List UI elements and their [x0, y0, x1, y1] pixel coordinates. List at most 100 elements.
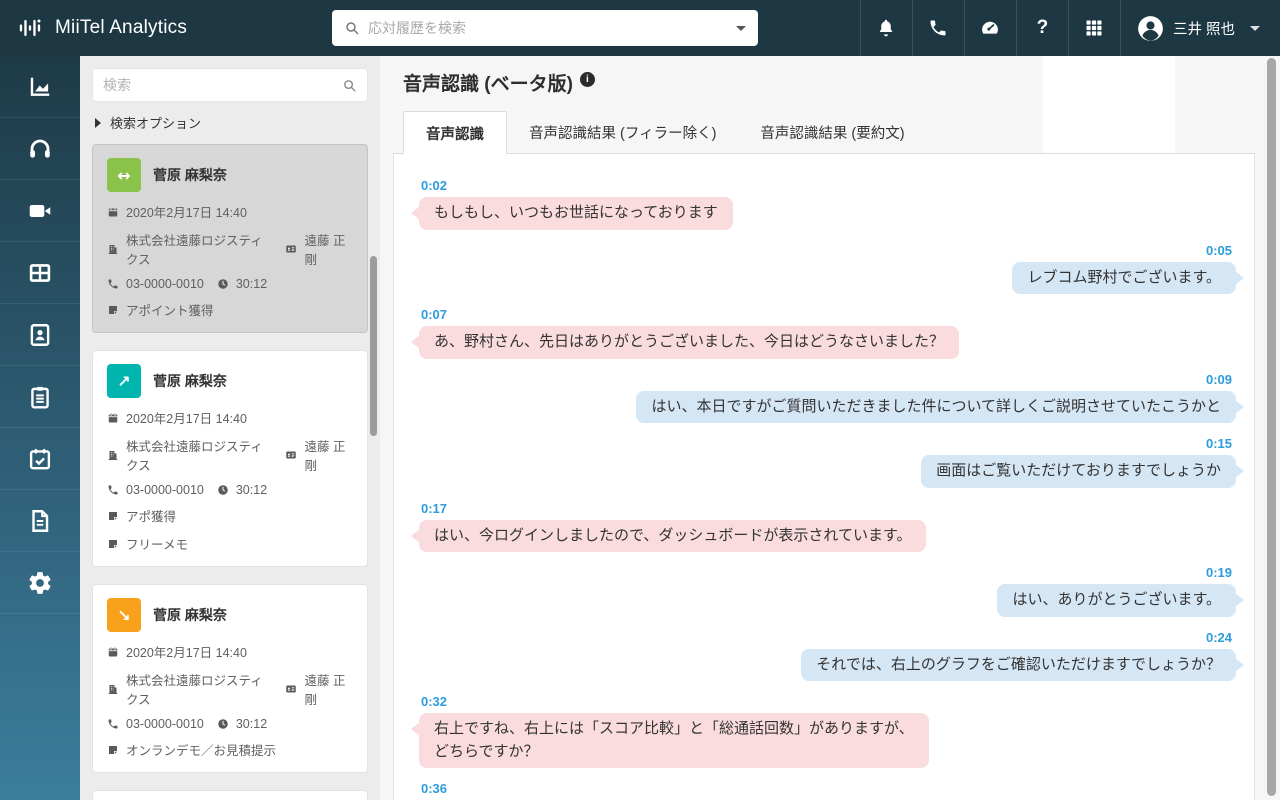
call-card-header: ↗菅原 麻梨奈 — [107, 364, 353, 398]
memo-icon — [107, 304, 119, 316]
calendar-check-icon — [27, 446, 53, 472]
call-card-row: 03-0000-0010 30:12 — [107, 277, 353, 291]
call-date: 2020年2月17日 14:40 — [126, 202, 247, 221]
document-icon — [27, 508, 53, 534]
call-card-row: 2020年2月17日 14:40 — [107, 642, 353, 661]
phone-icon[interactable] — [912, 0, 964, 56]
address-book-icon — [27, 322, 53, 348]
call-card[interactable]: ↔菅原 麻梨奈 2020年2月17日 14:40 株式会社遠藤ロジスティクス遠藤 正… — [92, 144, 368, 333]
sidebar-item-headphones[interactable] — [0, 118, 80, 180]
call-memo: オンランデモ／お見積提示 — [126, 740, 276, 759]
sidebar-item-area-chart[interactable] — [0, 56, 80, 118]
chevron-down-icon — [1250, 26, 1260, 31]
message-list: 0:02もしもし、いつもお世話になっております 0:05レブコム野村でございます。… — [419, 178, 1236, 800]
call-card-row: アポイント獲得 — [107, 300, 353, 319]
sidebar-item-address-book[interactable] — [0, 304, 80, 366]
call-date: 2020年2月17日 14:40 — [126, 408, 247, 427]
call-card[interactable]: ↗稲垣 航介2020年2月16日 12:00加藤整形外科加藤 さおり03-000… — [92, 790, 368, 800]
tab-active[interactable]: 音声認識 — [403, 111, 507, 154]
call-duration: 30:12 — [236, 717, 267, 731]
tab-item[interactable]: 音声認識結果 (フィラー除く) — [507, 111, 738, 153]
user-menu[interactable]: 三井 照也 — [1120, 0, 1280, 56]
call-contact: 遠藤 正剛 — [304, 436, 353, 474]
call-name: 菅原 麻梨奈 — [153, 605, 227, 625]
call-direction-outgoing-icon: ↗ — [107, 364, 141, 398]
message-bubble: 右上ですね、右上には「スコア比較」と「総通話回数」がありますが、 どちらですか？ — [419, 713, 929, 768]
info-icon[interactable]: i — [580, 72, 595, 87]
tab-item[interactable]: 音声認識結果 (要約文) — [738, 111, 926, 153]
phone-icon — [107, 718, 119, 730]
call-card[interactable]: ↗菅原 麻梨奈2020年2月17日 14:40株式会社遠藤ロジスティクス遠藤 正… — [92, 350, 368, 567]
building-icon — [107, 449, 119, 461]
id-card-icon — [285, 683, 297, 695]
clock-icon — [217, 278, 229, 290]
headphones-icon — [27, 136, 53, 162]
call-memo: フリーメモ — [126, 534, 188, 553]
call-phone: 03-0000-0010 — [126, 277, 204, 291]
message-timestamp[interactable]: 0:19 — [1206, 565, 1232, 580]
sidebar-item-table[interactable] — [0, 242, 80, 304]
message: 0:24それでは、右上のグラフをご確認いただけますでしょうか？ — [419, 630, 1236, 682]
message-bubble: はい、本日ですがご質問いただきました件について詳しくご説明させていたこうかと — [636, 391, 1236, 424]
clock-icon — [217, 718, 229, 730]
apps-grid-icon[interactable] — [1068, 0, 1120, 56]
sidebar-item-calendar-check[interactable] — [0, 428, 80, 490]
list-search-box[interactable] — [92, 68, 368, 102]
search-options-toggle[interactable]: 検索オプション — [95, 113, 368, 132]
calendar-icon — [107, 646, 119, 658]
message-timestamp[interactable]: 0:07 — [421, 307, 447, 322]
call-phone: 03-0000-0010 — [126, 717, 204, 731]
help-icon[interactable]: ? — [1016, 0, 1068, 56]
miitel-logo-icon — [18, 15, 45, 41]
call-card-header: ↔菅原 麻梨奈 — [107, 158, 353, 192]
message: 0:32 右上ですね、右上には「スコア比較」と「総通話回数」がありますが、 どちら… — [419, 694, 1236, 768]
message-timestamp[interactable]: 0:05 — [1206, 243, 1232, 258]
sidebar-item-clipboard[interactable] — [0, 366, 80, 428]
search-dropdown-caret-icon[interactable] — [736, 26, 746, 31]
call-duration: 30:12 — [236, 277, 267, 291]
call-card-row: オンランデモ／お見積提示 — [107, 740, 353, 759]
list-search-input[interactable] — [103, 77, 342, 93]
history-search-box[interactable] — [332, 10, 758, 46]
dashboard-gauge-icon[interactable] — [964, 0, 1016, 56]
memo-icon — [107, 744, 119, 756]
message-timestamp[interactable]: 0:15 — [1206, 436, 1232, 451]
id-card-icon — [285, 449, 297, 461]
avatar — [1137, 15, 1164, 42]
call-memo: アポ獲得 — [126, 506, 176, 525]
user-name: 三井 照也 — [1173, 18, 1235, 39]
message-timestamp[interactable]: 0:32 — [421, 694, 447, 709]
navbar-actions: ? 三井 照也 — [860, 0, 1280, 56]
memo-icon — [107, 538, 119, 550]
message-timestamp[interactable]: 0:36 — [421, 781, 447, 796]
call-card[interactable]: ↘菅原 麻梨奈2020年2月17日 14:40株式会社遠藤ロジスティクス遠藤 正… — [92, 584, 368, 773]
message: 0:07あ、野村さん、先日はありがとうございました、今日はどうなさいました？ — [419, 307, 1236, 359]
message-bubble: はい、ありがとうございます。 — [997, 584, 1236, 617]
history-search-input[interactable] — [368, 20, 736, 36]
call-company: 株式会社遠藤ロジスティクス — [126, 230, 272, 268]
brand[interactable]: MiiTel Analytics — [0, 15, 312, 41]
top-navbar: MiiTel Analytics ? 三井 照也 — [0, 0, 1280, 56]
message-timestamp[interactable]: 0:09 — [1206, 372, 1232, 387]
call-contact: 遠藤 正剛 — [304, 230, 353, 268]
sidebar-item-settings-gear[interactable] — [0, 552, 80, 614]
sidebar-item-document[interactable] — [0, 490, 80, 552]
message: 0:05レブコム野村でございます。 — [419, 243, 1236, 295]
message-timestamp[interactable]: 0:02 — [421, 178, 447, 193]
building-icon — [107, 243, 119, 255]
call-list-panel: 検索オプション ↔菅原 麻梨奈 2020年2月17日 14:40 株式会社遠藤ロジス… — [80, 56, 380, 800]
settings-gear-icon — [27, 570, 53, 596]
message-timestamp[interactable]: 0:17 — [421, 501, 447, 516]
bell-icon[interactable] — [860, 0, 912, 56]
search-icon — [344, 20, 360, 36]
message: 0:02もしもし、いつもお世話になっております — [419, 178, 1236, 230]
main-scrollbar-thumb[interactable] — [1267, 58, 1276, 796]
area-chart-icon — [27, 74, 53, 100]
sidebar-item-video-camera[interactable] — [0, 180, 80, 242]
list-scrollbar-thumb[interactable] — [370, 256, 377, 436]
video-camera-icon — [27, 198, 53, 224]
phone-icon — [107, 278, 119, 290]
call-company: 株式会社遠藤ロジスティクス — [126, 670, 272, 708]
message-timestamp[interactable]: 0:24 — [1206, 630, 1232, 645]
clipboard-icon — [27, 384, 53, 410]
